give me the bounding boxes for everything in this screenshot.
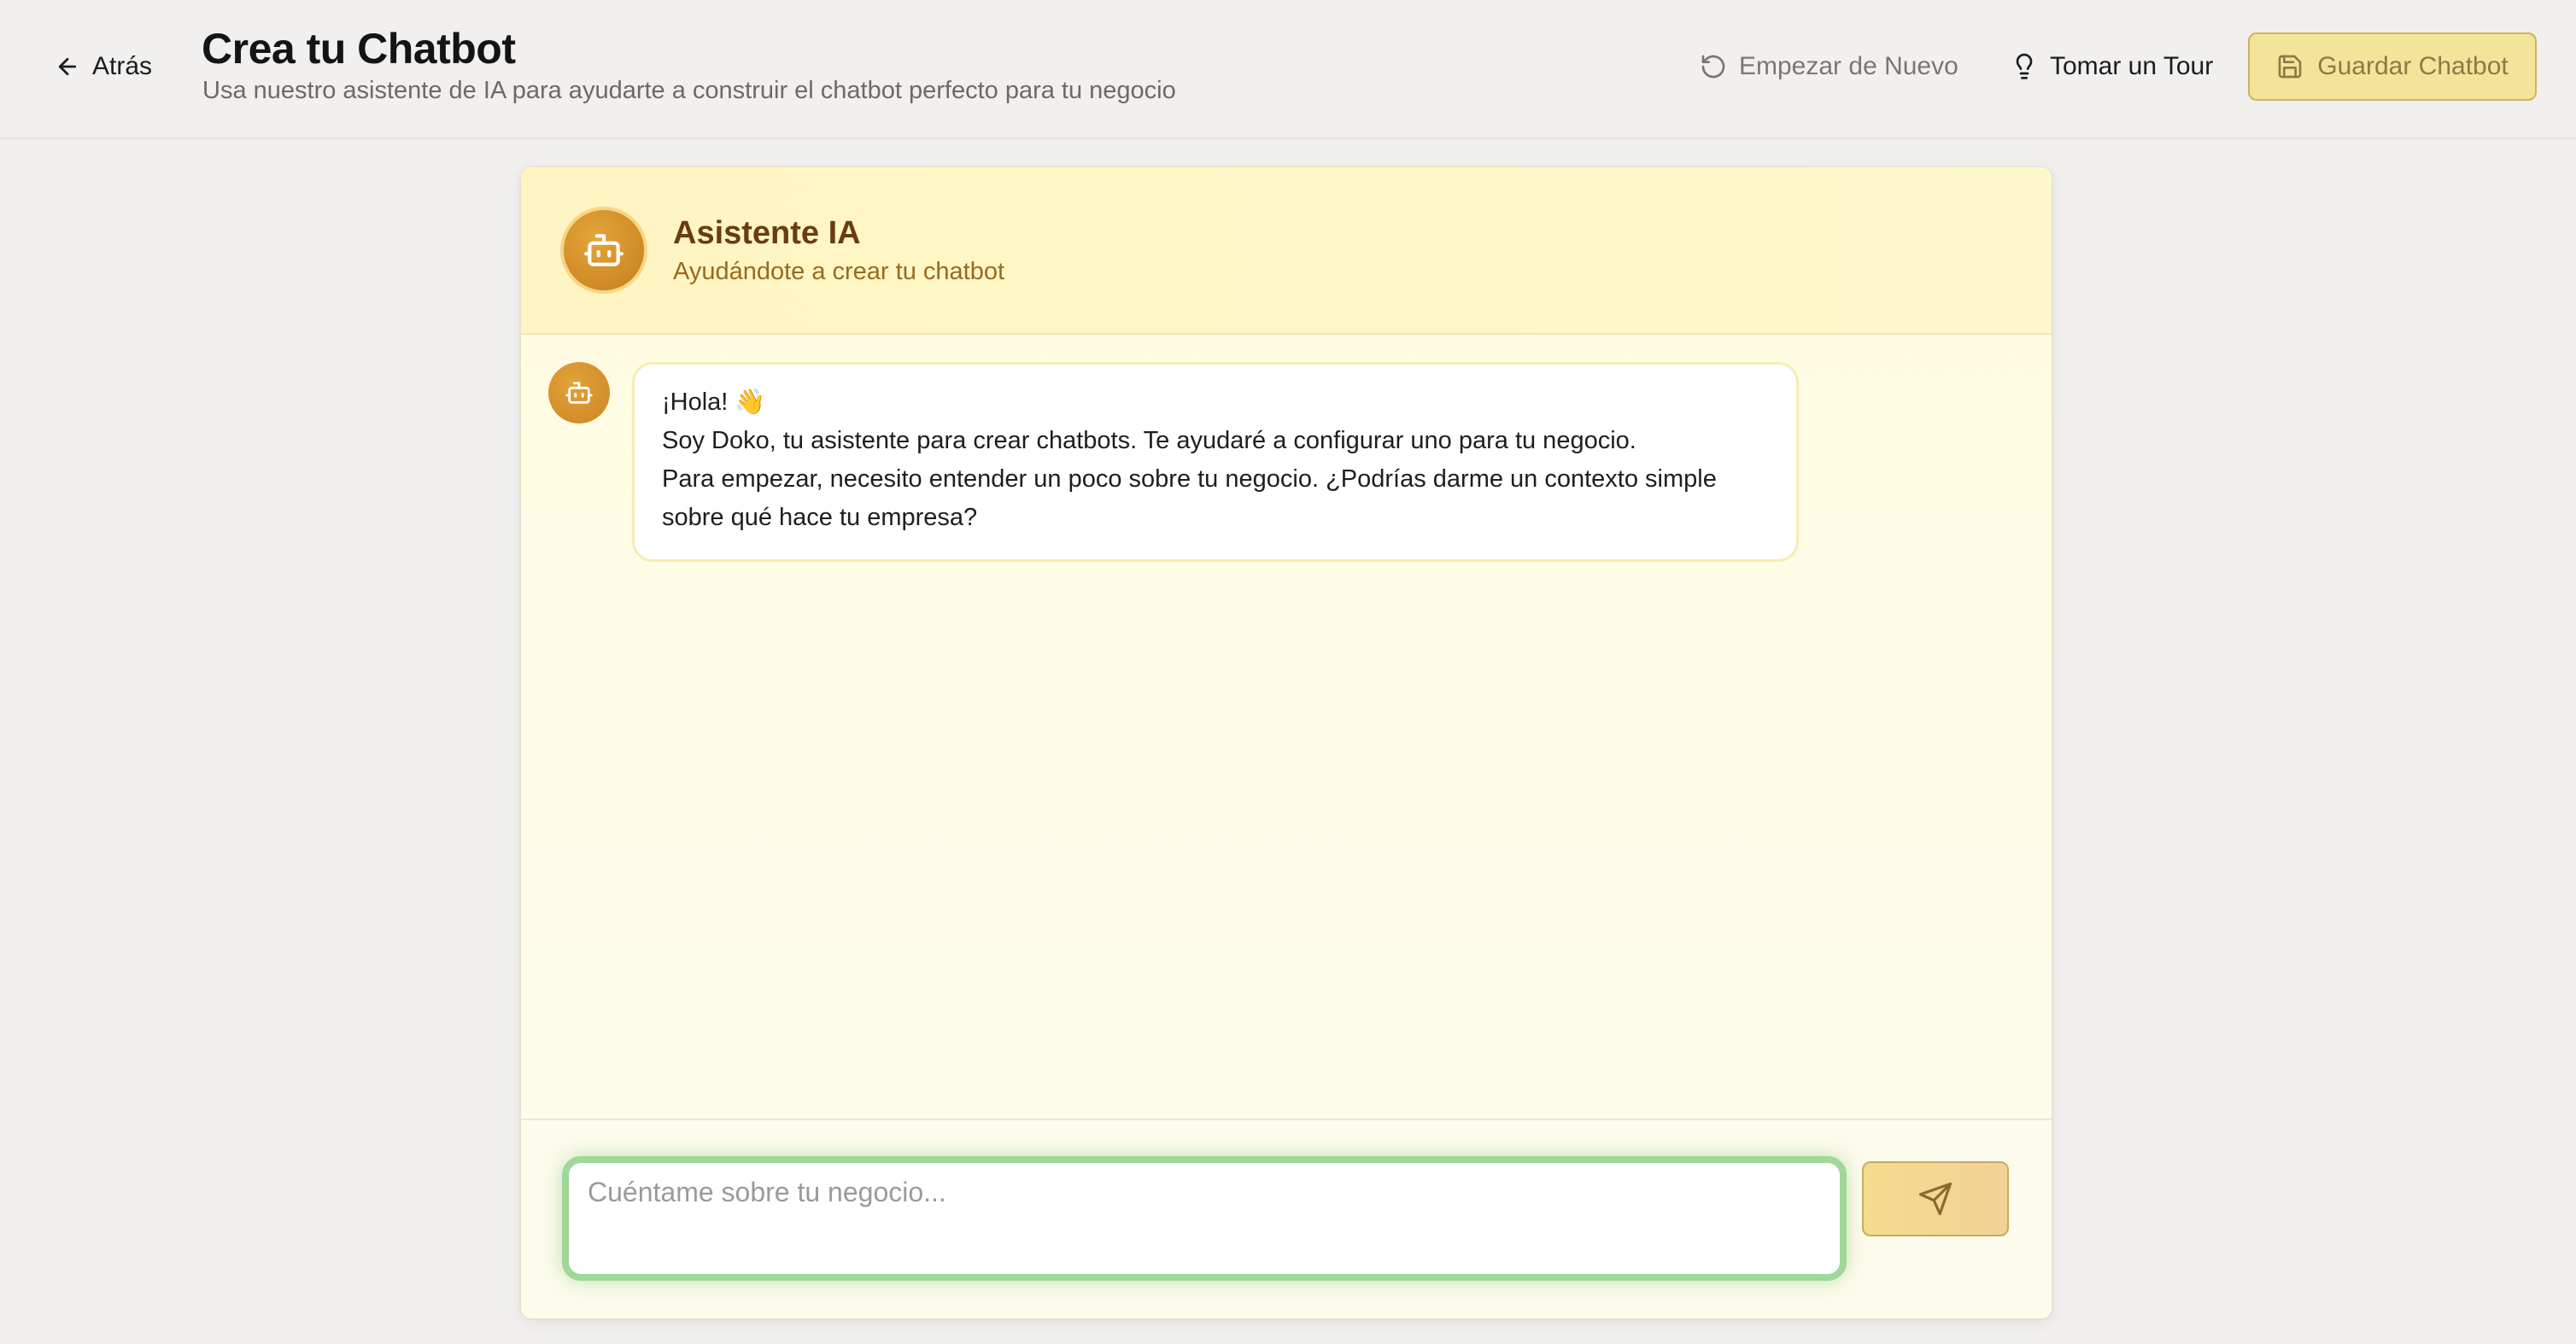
restart-button[interactable]: Empezar de Nuevo	[1700, 46, 1958, 87]
assistant-avatar	[560, 207, 647, 294]
bot-icon	[584, 234, 624, 266]
assistant-name: Asistente IA	[673, 215, 861, 251]
tour-button[interactable]: Tomar un Tour	[2011, 46, 2213, 87]
save-chatbot-button[interactable]: Guardar Chatbot	[2248, 32, 2537, 101]
page-subtitle: Usa nuestro asistente de IA para ayudart…	[202, 77, 1176, 104]
back-label: Atrás	[92, 52, 153, 80]
save-icon	[2278, 55, 2302, 79]
assistant-description: Ayudándote a crear tu chatbot	[673, 258, 1005, 285]
message-line: ¡Hola! 👋	[662, 389, 766, 416]
arrow-left-icon	[58, 57, 77, 76]
assistant-message-bubble: ¡Hola! 👋 Soy Doko, tu asistente para cre…	[632, 362, 1799, 562]
bot-icon	[565, 382, 593, 404]
back-button[interactable]: Atrás	[55, 46, 152, 87]
save-label: Guardar Chatbot	[2317, 52, 2509, 80]
restart-label: Empezar de Nuevo	[1739, 52, 1958, 80]
lightbulb-icon	[2016, 53, 2033, 79]
chat-input-area	[521, 1119, 2052, 1318]
tour-label: Tomar un Tour	[2050, 52, 2214, 80]
send-icon	[1918, 1182, 1952, 1216]
page-title: Crea tu Chatbot	[202, 25, 516, 73]
chat-header: Asistente IA Ayudándote a crear tu chatb…	[521, 167, 2052, 335]
chat-panel: Asistente IA Ayudándote a crear tu chatb…	[521, 167, 2052, 1318]
rotate-ccw-icon	[1701, 55, 1725, 79]
send-button[interactable]	[1862, 1161, 2009, 1236]
message-line: Soy Doko, tu asistente para crear chatbo…	[662, 427, 1636, 454]
top-bar: Atrás Crea tu Chatbot Usa nuestro asiste…	[0, 0, 2576, 139]
message-avatar	[548, 362, 610, 424]
message-line: Para empezar, necesito entender un poco …	[662, 465, 1717, 531]
message-input[interactable]	[562, 1156, 1847, 1281]
